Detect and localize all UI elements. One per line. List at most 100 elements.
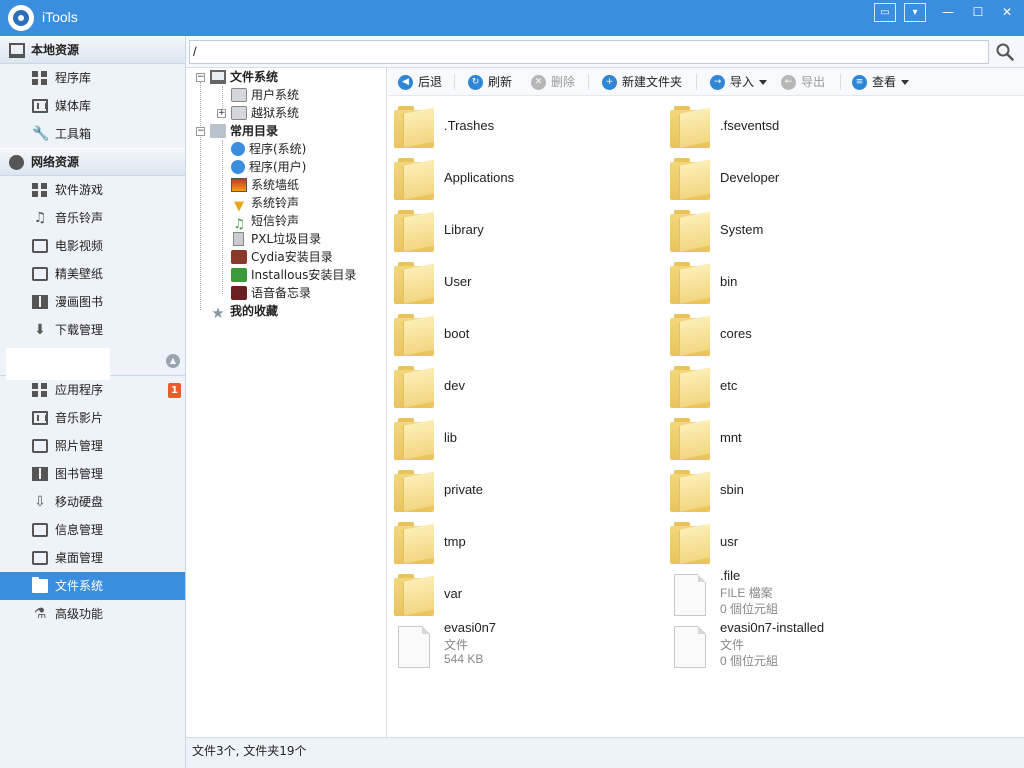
folder-icon — [394, 366, 434, 408]
tree-line — [200, 82, 201, 310]
trash-icon — [233, 232, 244, 246]
sidebar-item-app-library[interactable]: 程序库 — [0, 64, 185, 92]
tree-node-common-dirs[interactable]: 常用目录 — [210, 122, 278, 140]
tree-collapse-toggle[interactable]: − — [196, 127, 205, 136]
tree-node-user-system[interactable]: 用户系统 — [231, 86, 299, 104]
disk-icon: ⇩ — [34, 494, 46, 510]
back-button[interactable]: ◀ 后退 — [396, 68, 442, 96]
sidebar-item-label: 下载管理 — [55, 323, 104, 337]
folder-item[interactable]: etc — [664, 360, 934, 412]
sidebar-item-label: 桌面管理 — [55, 551, 104, 565]
sidebar-section-network[interactable]: 网络资源 — [0, 148, 185, 176]
document-icon — [674, 574, 706, 616]
view-button[interactable]: ≡ 查看 — [850, 68, 910, 96]
tree-node-system-apps[interactable]: 程序(系统) — [231, 140, 306, 158]
sidebar-item-videos[interactable]: 电影视频 — [0, 232, 185, 260]
tree-node-user-apps[interactable]: 程序(用户) — [231, 158, 306, 176]
sidebar-item-ringtones[interactable]: ♫ 音乐铃声 — [0, 204, 185, 232]
folder-item[interactable]: boot — [388, 308, 658, 360]
sidebar-item-label: 移动硬盘 — [55, 495, 104, 509]
tree-node-voice-memos[interactable]: 语音备忘录 — [231, 284, 311, 302]
file-item[interactable]: evasi0n7-installed 文件 0 個位元組 — [664, 620, 934, 672]
sidebar: 本地资源 程序库 媒体库 🔧 工具箱 网络资源 软件游戏 ♫ 音乐铃声 电影视频… — [0, 36, 186, 768]
folder-item[interactable]: .fseventsd — [664, 100, 934, 152]
folder-item[interactable]: var — [388, 568, 658, 620]
chat-icon[interactable]: ▭ — [874, 3, 896, 22]
folder-item[interactable]: dev — [388, 360, 658, 412]
folder-item[interactable]: Developer — [664, 152, 934, 204]
tree-collapse-toggle[interactable]: − — [196, 73, 205, 82]
back-icon: ◀ — [398, 75, 413, 90]
sidebar-item-mobile-disk[interactable]: ⇩ 移动硬盘 — [0, 488, 185, 516]
sidebar-item-books[interactable]: 图书管理 — [0, 460, 185, 488]
contacts-icon — [32, 523, 48, 537]
sidebar-item-label: 高级功能 — [55, 607, 104, 621]
new-folder-button[interactable]: + 新建文件夹 — [600, 68, 682, 96]
search-icon[interactable] — [996, 43, 1014, 61]
folder-item[interactable]: tmp — [388, 516, 658, 568]
sidebar-item-toolbox[interactable]: 🔧 工具箱 — [0, 120, 185, 148]
tree-node-wallpapers[interactable]: 系统墙纸 — [231, 176, 299, 194]
tree-node-favorites[interactable]: ★ 我的收藏 — [210, 302, 278, 322]
tree-node-jailbreak-system[interactable]: 越狱系统 — [231, 104, 299, 122]
maximize-icon[interactable]: ☐ — [964, 2, 992, 24]
eject-icon[interactable]: ▲ — [166, 354, 180, 368]
tree-node-filesystem[interactable]: 文件系统 — [210, 68, 278, 86]
toolbar-separator — [840, 74, 841, 90]
file-item[interactable]: .file FILE 檔案 0 個位元組 — [664, 568, 934, 620]
sidebar-section-local[interactable]: 本地资源 — [0, 36, 185, 64]
sidebar-item-apps[interactable]: 应用程序 1 — [0, 376, 185, 404]
close-icon[interactable]: ✕ — [993, 2, 1021, 24]
file-name: .file — [720, 568, 741, 583]
tree-node-installous[interactable]: Installous安装目录 — [231, 266, 356, 284]
path-input[interactable]: / — [189, 40, 989, 64]
folder-item[interactable]: lib — [388, 412, 658, 464]
folder-icon — [394, 158, 434, 200]
tree-node-ringtones[interactable]: ▼ 系统铃声 — [231, 194, 299, 214]
tree-expand-toggle[interactable]: + — [217, 109, 226, 118]
cydia-icon — [231, 250, 247, 264]
folder-item[interactable]: usr — [664, 516, 934, 568]
folder-item[interactable]: System — [664, 204, 934, 256]
folder-item[interactable]: Applications — [388, 152, 658, 204]
file-item[interactable]: evasi0n7 文件 544 KB — [388, 620, 658, 672]
export-button[interactable]: ← 导出 — [779, 68, 825, 96]
import-button[interactable]: → 导入 — [708, 68, 768, 96]
folder-item[interactable]: User — [388, 256, 658, 308]
folder-item[interactable]: sbin — [664, 464, 934, 516]
chevron-down-icon — [759, 80, 768, 85]
folder-item[interactable]: bin — [664, 256, 934, 308]
view-icon: ≡ — [852, 75, 867, 90]
folder-item[interactable]: private — [388, 464, 658, 516]
sidebar-item-advanced[interactable]: ⚗ 高级功能 — [0, 600, 185, 628]
folder-item[interactable]: .Trashes — [388, 100, 658, 152]
folder-item[interactable]: cores — [664, 308, 934, 360]
sidebar-item-filesystem[interactable]: 文件系统 — [0, 572, 185, 600]
tree-node-pxl-trash[interactable]: PXL垃圾目录 — [231, 230, 321, 248]
sidebar-item-label: 音乐影片 — [55, 411, 104, 425]
tree-node-cydia[interactable]: Cydia安装目录 — [231, 248, 333, 266]
folder-item[interactable]: mnt — [664, 412, 934, 464]
file-name: var — [444, 586, 463, 601]
sidebar-item-photos[interactable]: 照片管理 — [0, 432, 185, 460]
sidebar-item-games[interactable]: 软件游戏 — [0, 176, 185, 204]
sidebar-item-music-movies[interactable]: 音乐影片 — [0, 404, 185, 432]
tree-node-sms-tones[interactable]: ♫ 短信铃声 — [231, 212, 299, 232]
sidebar-section-device[interactable]: ▲ — [0, 344, 185, 380]
film-icon — [32, 411, 48, 425]
delete-button[interactable]: ✕ 删除 — [529, 68, 575, 96]
sidebar-item-wallpapers[interactable]: 精美壁纸 — [0, 260, 185, 288]
file-name: boot — [444, 326, 470, 341]
sidebar-item-media-library[interactable]: 媒体库 — [0, 92, 185, 120]
star-icon: ★ — [211, 304, 225, 322]
sidebar-item-comics[interactable]: 漫画图书 — [0, 288, 185, 316]
sidebar-item-messages[interactable]: 信息管理 — [0, 516, 185, 544]
file-name: evasi0n7 — [444, 620, 497, 635]
folder-item[interactable]: Library — [388, 204, 658, 256]
refresh-button[interactable]: ↻ 刷新 — [466, 68, 512, 96]
sidebar-item-desktop[interactable]: 桌面管理 — [0, 544, 185, 572]
file-name: cores — [720, 326, 752, 341]
sidebar-item-downloads[interactable]: ⬇ 下载管理 — [0, 316, 185, 344]
minimize-icon[interactable]: — — [934, 2, 962, 24]
menu-icon[interactable]: ▾ — [904, 3, 926, 22]
